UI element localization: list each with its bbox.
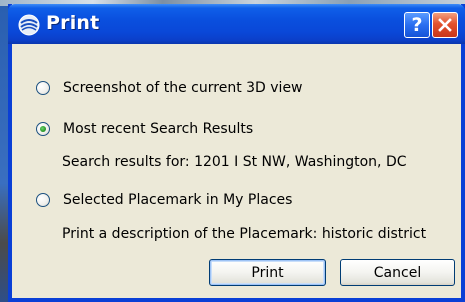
- print-dialog: Print ? Screenshot of the current 3D vie…: [8, 4, 465, 302]
- option-label: Most recent Search Results: [63, 121, 254, 137]
- close-button[interactable]: [432, 12, 458, 38]
- cancel-button[interactable]: Cancel: [340, 259, 455, 286]
- close-icon: [438, 18, 452, 32]
- radio-screenshot[interactable]: [36, 81, 50, 95]
- radio-selected-placemark[interactable]: [36, 193, 50, 207]
- google-earth-icon: [18, 14, 40, 36]
- option-label: Selected Placemark in My Places: [63, 192, 293, 208]
- title-bar[interactable]: Print ?: [8, 4, 465, 44]
- search-results-description: Search results for: 1201 I St NW, Washin…: [62, 154, 407, 170]
- option-search-results[interactable]: Most recent Search Results: [36, 121, 253, 137]
- option-label: Screenshot of the current 3D view: [63, 80, 303, 96]
- option-selected-placemark[interactable]: Selected Placemark in My Places: [36, 192, 292, 208]
- help-icon: ?: [411, 14, 423, 36]
- print-button[interactable]: Print: [209, 259, 326, 286]
- option-screenshot[interactable]: Screenshot of the current 3D view: [36, 80, 303, 96]
- radio-search-results[interactable]: [36, 122, 50, 136]
- help-button[interactable]: ?: [404, 12, 430, 38]
- dialog-title: Print: [46, 12, 100, 34]
- placemark-description: Print a description of the Placemark: hi…: [62, 226, 427, 242]
- dialog-content: Screenshot of the current 3D view Most r…: [12, 40, 461, 298]
